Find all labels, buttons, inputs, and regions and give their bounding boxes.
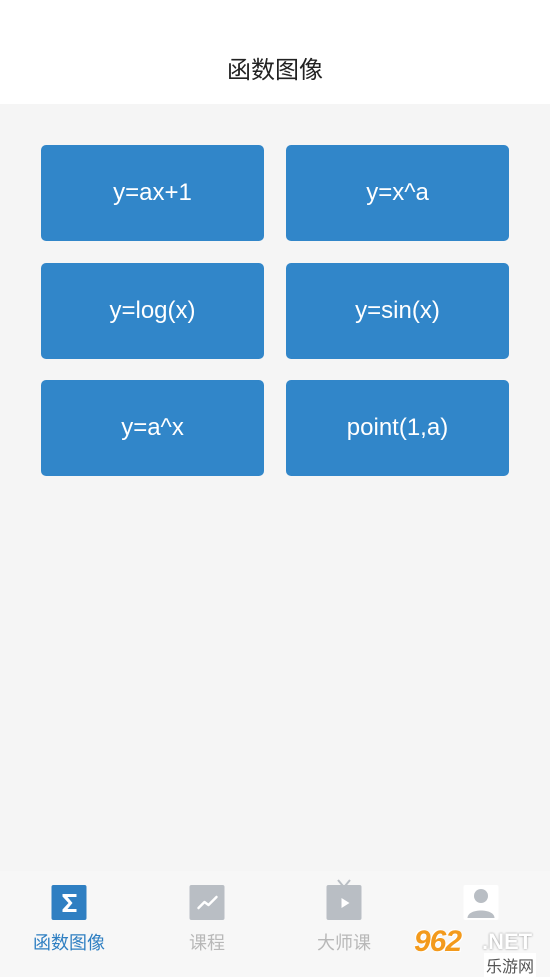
watermark-logo: 962 .NET 乐游网 — [408, 925, 544, 977]
function-button-linear[interactable]: y=ax+1 — [41, 145, 264, 241]
watermark-caption: 乐游网 — [484, 953, 537, 977]
app-header: 函数图像 — [0, 0, 550, 104]
page-title: 函数图像 — [227, 56, 323, 84]
function-button-power[interactable]: y=x^a — [286, 145, 509, 241]
tv-play-icon — [326, 885, 362, 920]
function-button-exponential[interactable]: y=a^x — [41, 380, 264, 476]
watermark-suffix: .NET — [482, 929, 533, 954]
chart-icon — [189, 885, 225, 920]
function-button-point[interactable]: point(1,a) — [286, 380, 509, 476]
tab-label: 函数图像 — [33, 933, 105, 954]
tab-label: 课程 — [189, 933, 225, 954]
tab-label: 大师课 — [317, 933, 371, 954]
user-icon — [463, 885, 499, 920]
tab-master-class[interactable]: 大师课 — [284, 879, 404, 965]
tab-function-graph[interactable]: 函数图像 — [9, 885, 129, 965]
tab-course[interactable]: 课程 — [147, 885, 267, 965]
sigma-icon — [51, 885, 87, 920]
tv-antenna-icon — [337, 879, 351, 887]
watermark-number: 962 — [414, 925, 462, 958]
bottom-tab-bar: 函数图像 课程 大师课 962 .NET 乐游网 — [0, 871, 550, 977]
function-button-sin[interactable]: y=sin(x) — [286, 263, 509, 359]
function-button-log[interactable]: y=log(x) — [41, 263, 264, 359]
